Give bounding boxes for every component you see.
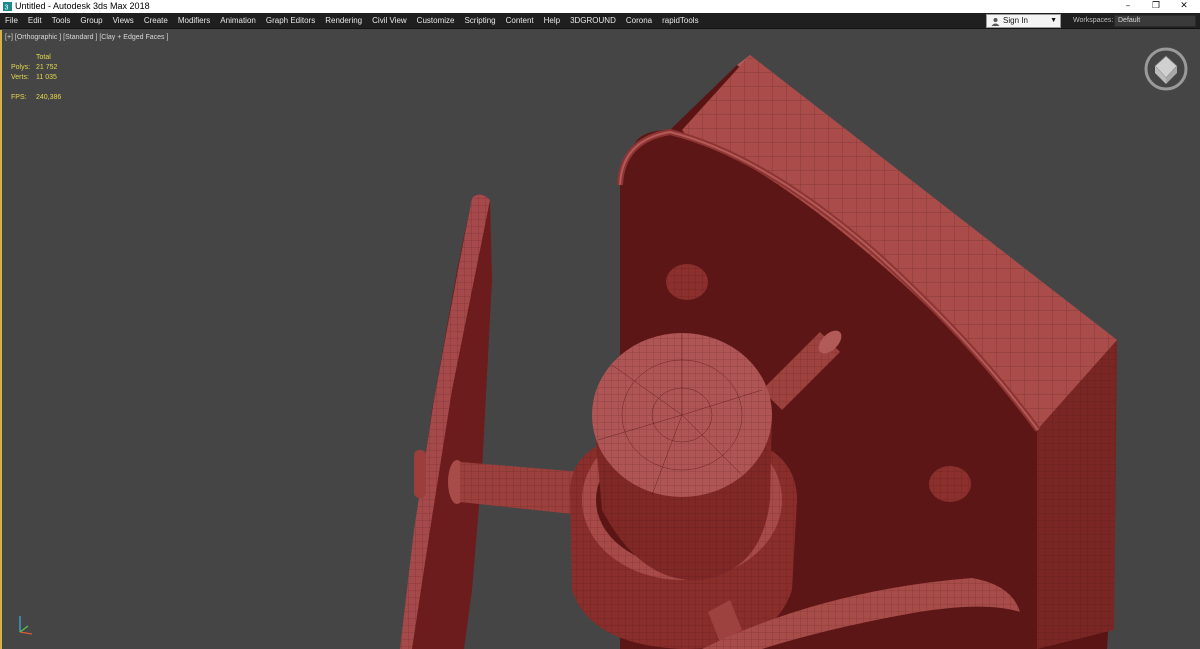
sign-in-label: Sign In xyxy=(1003,16,1028,25)
polys-value: 21 752 xyxy=(36,64,58,71)
viewcube-icon[interactable] xyxy=(1144,47,1188,91)
viewport-label[interactable]: [+] [Orthographic ] [Standard ] [Clay + … xyxy=(5,34,168,41)
svg-text:3: 3 xyxy=(5,5,9,12)
left-plate-mesh xyxy=(400,194,492,649)
stats-fps-row: FPS: 240,386 xyxy=(11,93,91,103)
scene-render[interactable] xyxy=(2,30,1200,649)
chevron-down-icon: ▼ xyxy=(1050,17,1057,24)
menu-rapidtools[interactable]: rapidTools xyxy=(657,13,703,29)
stats-header-row: Total xyxy=(11,53,91,63)
menu-modifiers[interactable]: Modifiers xyxy=(173,13,215,29)
menu-civil-view[interactable]: Civil View xyxy=(367,13,412,29)
stats-header: Total xyxy=(36,54,51,61)
menu-views[interactable]: Views xyxy=(108,13,139,29)
menu-tools[interactable]: Tools xyxy=(47,13,76,29)
title-bar: 3 Untitled - Autodesk 3ds Max 2018 – ❐ ✕ xyxy=(0,0,1200,13)
menu-customize[interactable]: Customize xyxy=(412,13,460,29)
workspaces-select[interactable]: Default xyxy=(1114,15,1196,27)
menu-content[interactable]: Content xyxy=(501,13,539,29)
menu-group[interactable]: Group xyxy=(75,13,107,29)
fps-value: 240,386 xyxy=(36,94,62,101)
stats-spacer xyxy=(11,83,91,93)
menu-rendering[interactable]: Rendering xyxy=(320,13,367,29)
axis-tripod-icon xyxy=(19,616,33,635)
menu-bar: File Edit Tools Group Views Create Modifiers An… xyxy=(0,13,1200,29)
statistics-overlay: Total Polys: 21 752 Verts: 11 035 FPS: 2… xyxy=(11,53,91,103)
fps-label: FPS: xyxy=(11,94,27,101)
sign-in-dropdown[interactable]: Sign In ▼ xyxy=(986,14,1061,28)
menu-scripting[interactable]: Scripting xyxy=(459,13,500,29)
app-icon: 3 xyxy=(3,2,12,11)
user-icon xyxy=(991,18,1000,26)
menu-animation[interactable]: Animation xyxy=(215,13,261,29)
workspaces-label: Workspaces: xyxy=(1073,17,1114,24)
menu-edit[interactable]: Edit xyxy=(23,13,47,29)
menu-corona[interactable]: Corona xyxy=(621,13,657,29)
polys-label: Polys: xyxy=(11,64,31,71)
window-title: Untitled - Autodesk 3ds Max 2018 xyxy=(15,1,150,11)
close-button[interactable]: ✕ xyxy=(1170,0,1198,13)
menu-items: File Edit Tools Group Views Create Modifiers An… xyxy=(0,13,704,29)
menu-graph-editors[interactable]: Graph Editors xyxy=(261,13,320,29)
verts-label: Verts: xyxy=(11,74,29,81)
verts-value: 11 035 xyxy=(36,74,57,81)
3ds-max-window: 3 Untitled - Autodesk 3ds Max 2018 – ❐ ✕… xyxy=(0,0,1200,649)
stats-verts-row: Verts: 11 035 xyxy=(11,73,91,83)
menu-3dground[interactable]: 3DGROUND xyxy=(565,13,621,29)
minimize-button[interactable]: – xyxy=(1114,0,1142,13)
menu-help[interactable]: Help xyxy=(539,13,565,29)
menu-file[interactable]: File xyxy=(0,13,23,29)
restore-button[interactable]: ❐ xyxy=(1142,0,1170,13)
menu-create[interactable]: Create xyxy=(139,13,173,29)
stats-polys-row: Polys: 21 752 xyxy=(11,63,91,73)
perspective-viewport[interactable]: [+] [Orthographic ] [Standard ] [Clay + … xyxy=(0,30,1200,649)
